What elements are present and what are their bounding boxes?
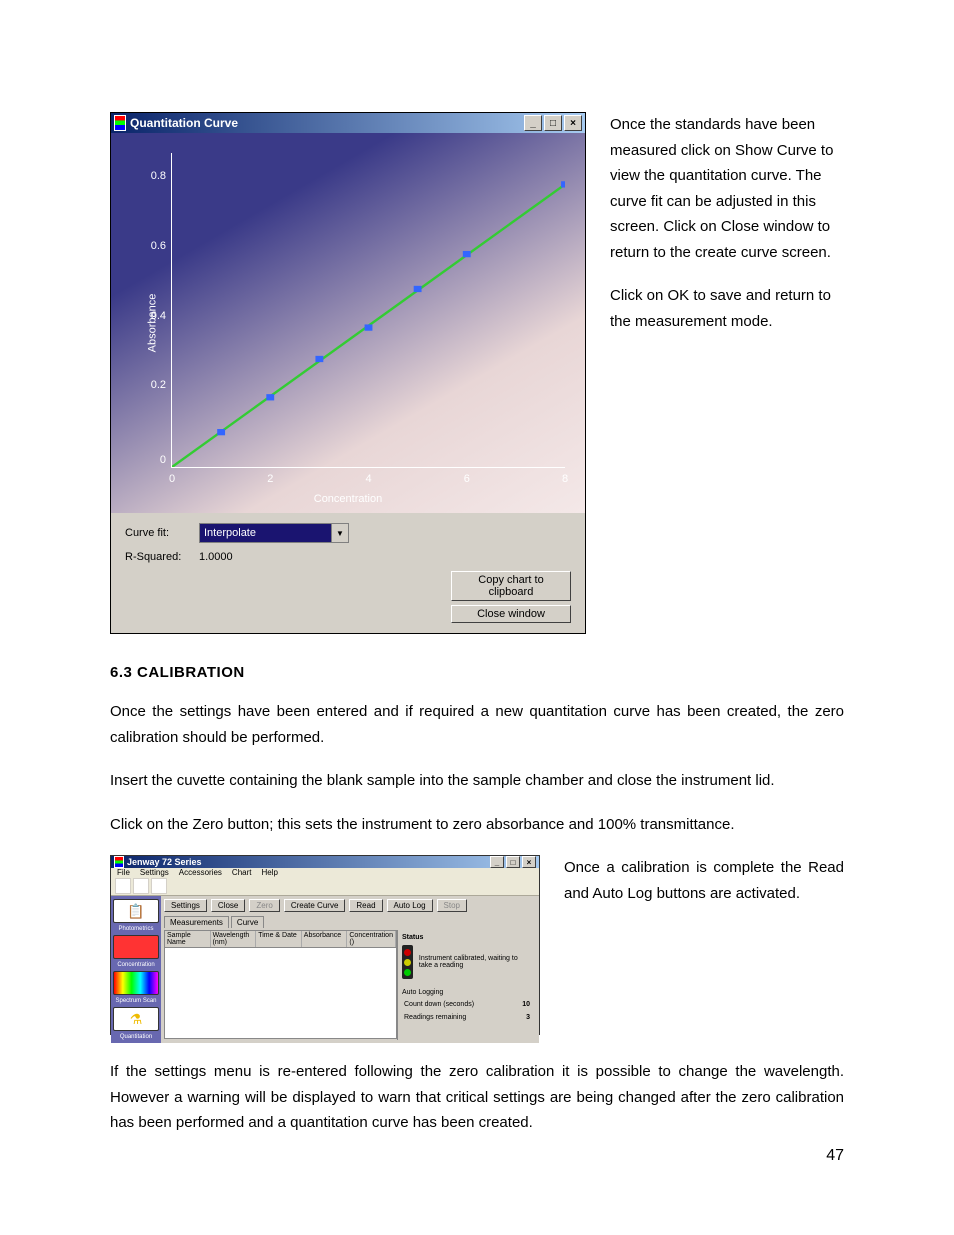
body-p2: Insert the cuvette containing the blank … <box>110 768 844 794</box>
window-titlebar: Jenway 72 Series _ □ × <box>111 856 539 868</box>
col-timedate: Time & Date <box>256 931 302 947</box>
after-p1: If the settings menu is re-entered follo… <box>110 1059 844 1136</box>
sidebar-label: Spectrum Scan <box>113 998 159 1004</box>
curve-fit-select[interactable]: Interpolate ▼ <box>199 523 349 543</box>
document-page: Quantitation Curve _ □ × Absorbance Conc… <box>0 0 954 1235</box>
window-titlebar: Quantitation Curve _ □ × <box>111 113 585 133</box>
autolog-header: Auto Logging <box>402 989 532 996</box>
y-tick: 0.4 <box>151 310 166 322</box>
sidebar-label: Photometrics <box>113 926 159 932</box>
section-heading: 6.3 CALIBRATION <box>110 664 844 681</box>
y-tick: 0 <box>160 454 166 466</box>
table-header: Sample Name Wavelength (nm) Time & Date … <box>164 930 397 948</box>
y-tick: 0.6 <box>151 240 166 252</box>
close-window-button[interactable]: Close window <box>451 605 571 623</box>
x-tick: 8 <box>562 473 568 485</box>
window-title: Jenway 72 Series <box>127 857 202 867</box>
figure2-caption: Once a calibration is complete the Read … <box>564 855 844 1035</box>
countdown-label: Count down (seconds) <box>404 1001 474 1008</box>
page-number: 47 <box>826 1147 844 1165</box>
minimize-icon[interactable]: _ <box>524 115 542 131</box>
app-icon <box>114 856 124 868</box>
window-title: Quantitation Curve <box>130 116 238 130</box>
tab-curve[interactable]: Curve <box>231 916 264 928</box>
toolbar-icon[interactable] <box>133 878 149 894</box>
traffic-light-icon <box>402 945 413 979</box>
menu-file[interactable]: File <box>117 868 130 877</box>
close-icon[interactable]: × <box>564 115 582 131</box>
y-axis-label: Absorbance <box>146 294 158 353</box>
remaining-label: Readings remaining <box>404 1014 466 1021</box>
menubar: File Settings Accessories Chart Help <box>111 868 539 877</box>
x-tick: 0 <box>169 473 175 485</box>
menu-settings[interactable]: Settings <box>140 868 169 877</box>
concentration-icon[interactable] <box>113 935 159 959</box>
toolbar-icon[interactable] <box>151 878 167 894</box>
caption-p2: Click on OK to save and return to the me… <box>610 283 844 334</box>
stop-button[interactable]: Stop <box>437 899 467 912</box>
plot-area: 0 0.2 0.4 0.6 0.8 0 2 4 6 8 <box>171 153 565 468</box>
y-tick: 0.2 <box>151 379 166 391</box>
remaining-value: 3 <box>526 1014 530 1021</box>
chart-svg <box>172 153 565 467</box>
col-sample: Sample Name <box>165 931 211 947</box>
figure1-caption: Once the standards have been measured cl… <box>610 112 844 634</box>
countdown-value: 10 <box>522 1001 530 1008</box>
app-icon <box>114 115 126 131</box>
jenway-window: Jenway 72 Series _ □ × File Settings Acc… <box>110 855 540 1035</box>
copy-chart-button[interactable]: Copy chart to clipboard <box>451 571 571 601</box>
sidebar-label: Concentration <box>113 962 159 968</box>
col-concentration: Concentration () <box>347 931 396 947</box>
status-header: Status <box>402 934 532 941</box>
main-panel: Settings Close Zero Create Curve Read Au… <box>161 896 539 1043</box>
tab-measurements[interactable]: Measurements <box>164 916 229 928</box>
mode-sidebar: 📋 Photometrics Concentration Spectrum Sc… <box>111 896 161 1043</box>
body-p1: Once the settings have been entered and … <box>110 699 844 750</box>
body-p3: Click on the Zero button; this sets the … <box>110 812 844 838</box>
close-button[interactable]: Close <box>211 899 245 912</box>
maximize-icon[interactable]: □ <box>544 115 562 131</box>
menu-accessories[interactable]: Accessories <box>179 868 222 877</box>
data-table <box>164 948 397 1039</box>
photometrics-icon[interactable]: 📋 <box>113 899 159 923</box>
x-tick: 6 <box>464 473 470 485</box>
zero-button[interactable]: Zero <box>249 899 279 912</box>
chart-area: Absorbance Concentration 0 0.2 0.4 0.6 0… <box>111 133 585 513</box>
autolog-button[interactable]: Auto Log <box>387 899 433 912</box>
x-axis-label: Concentration <box>314 493 383 505</box>
spectrum-icon[interactable] <box>113 971 159 995</box>
status-panel: Status Instrument calibrated, waiting to… <box>397 930 536 1040</box>
curve-fit-label: Curve fit: <box>125 527 199 539</box>
menu-help[interactable]: Help <box>261 868 277 877</box>
col-absorbance: Absorbance <box>302 931 348 947</box>
settings-button[interactable]: Settings <box>164 899 207 912</box>
x-tick: 4 <box>365 473 371 485</box>
menu-chart[interactable]: Chart <box>232 868 252 877</box>
toolbar <box>111 877 539 896</box>
toolbar-icon[interactable] <box>115 878 131 894</box>
status-text: Instrument calibrated, waiting to take a… <box>419 955 532 969</box>
quantitation-icon[interactable]: ⚗ <box>113 1007 159 1031</box>
caption-p1: Once a calibration is complete the Read … <box>564 855 844 906</box>
maximize-icon[interactable]: □ <box>506 856 520 868</box>
close-icon[interactable]: × <box>522 856 536 868</box>
r-squared-label: R-Squared: <box>125 551 199 563</box>
x-tick: 2 <box>267 473 273 485</box>
read-button[interactable]: Read <box>349 899 382 912</box>
caption-p1: Once the standards have been measured cl… <box>610 112 844 265</box>
chevron-down-icon: ▼ <box>331 524 348 542</box>
y-tick: 0.8 <box>151 170 166 182</box>
col-wavelength: Wavelength (nm) <box>211 931 257 947</box>
create-curve-button[interactable]: Create Curve <box>284 899 346 912</box>
chart-controls: Curve fit: Interpolate ▼ R-Squared: 1.00… <box>111 513 585 633</box>
minimize-icon[interactable]: _ <box>490 856 504 868</box>
quantitation-curve-window: Quantitation Curve _ □ × Absorbance Conc… <box>110 112 586 634</box>
r-squared-value: 1.0000 <box>199 551 233 563</box>
sidebar-label: Quantitation <box>113 1034 159 1040</box>
curve-fit-value: Interpolate <box>204 527 256 539</box>
